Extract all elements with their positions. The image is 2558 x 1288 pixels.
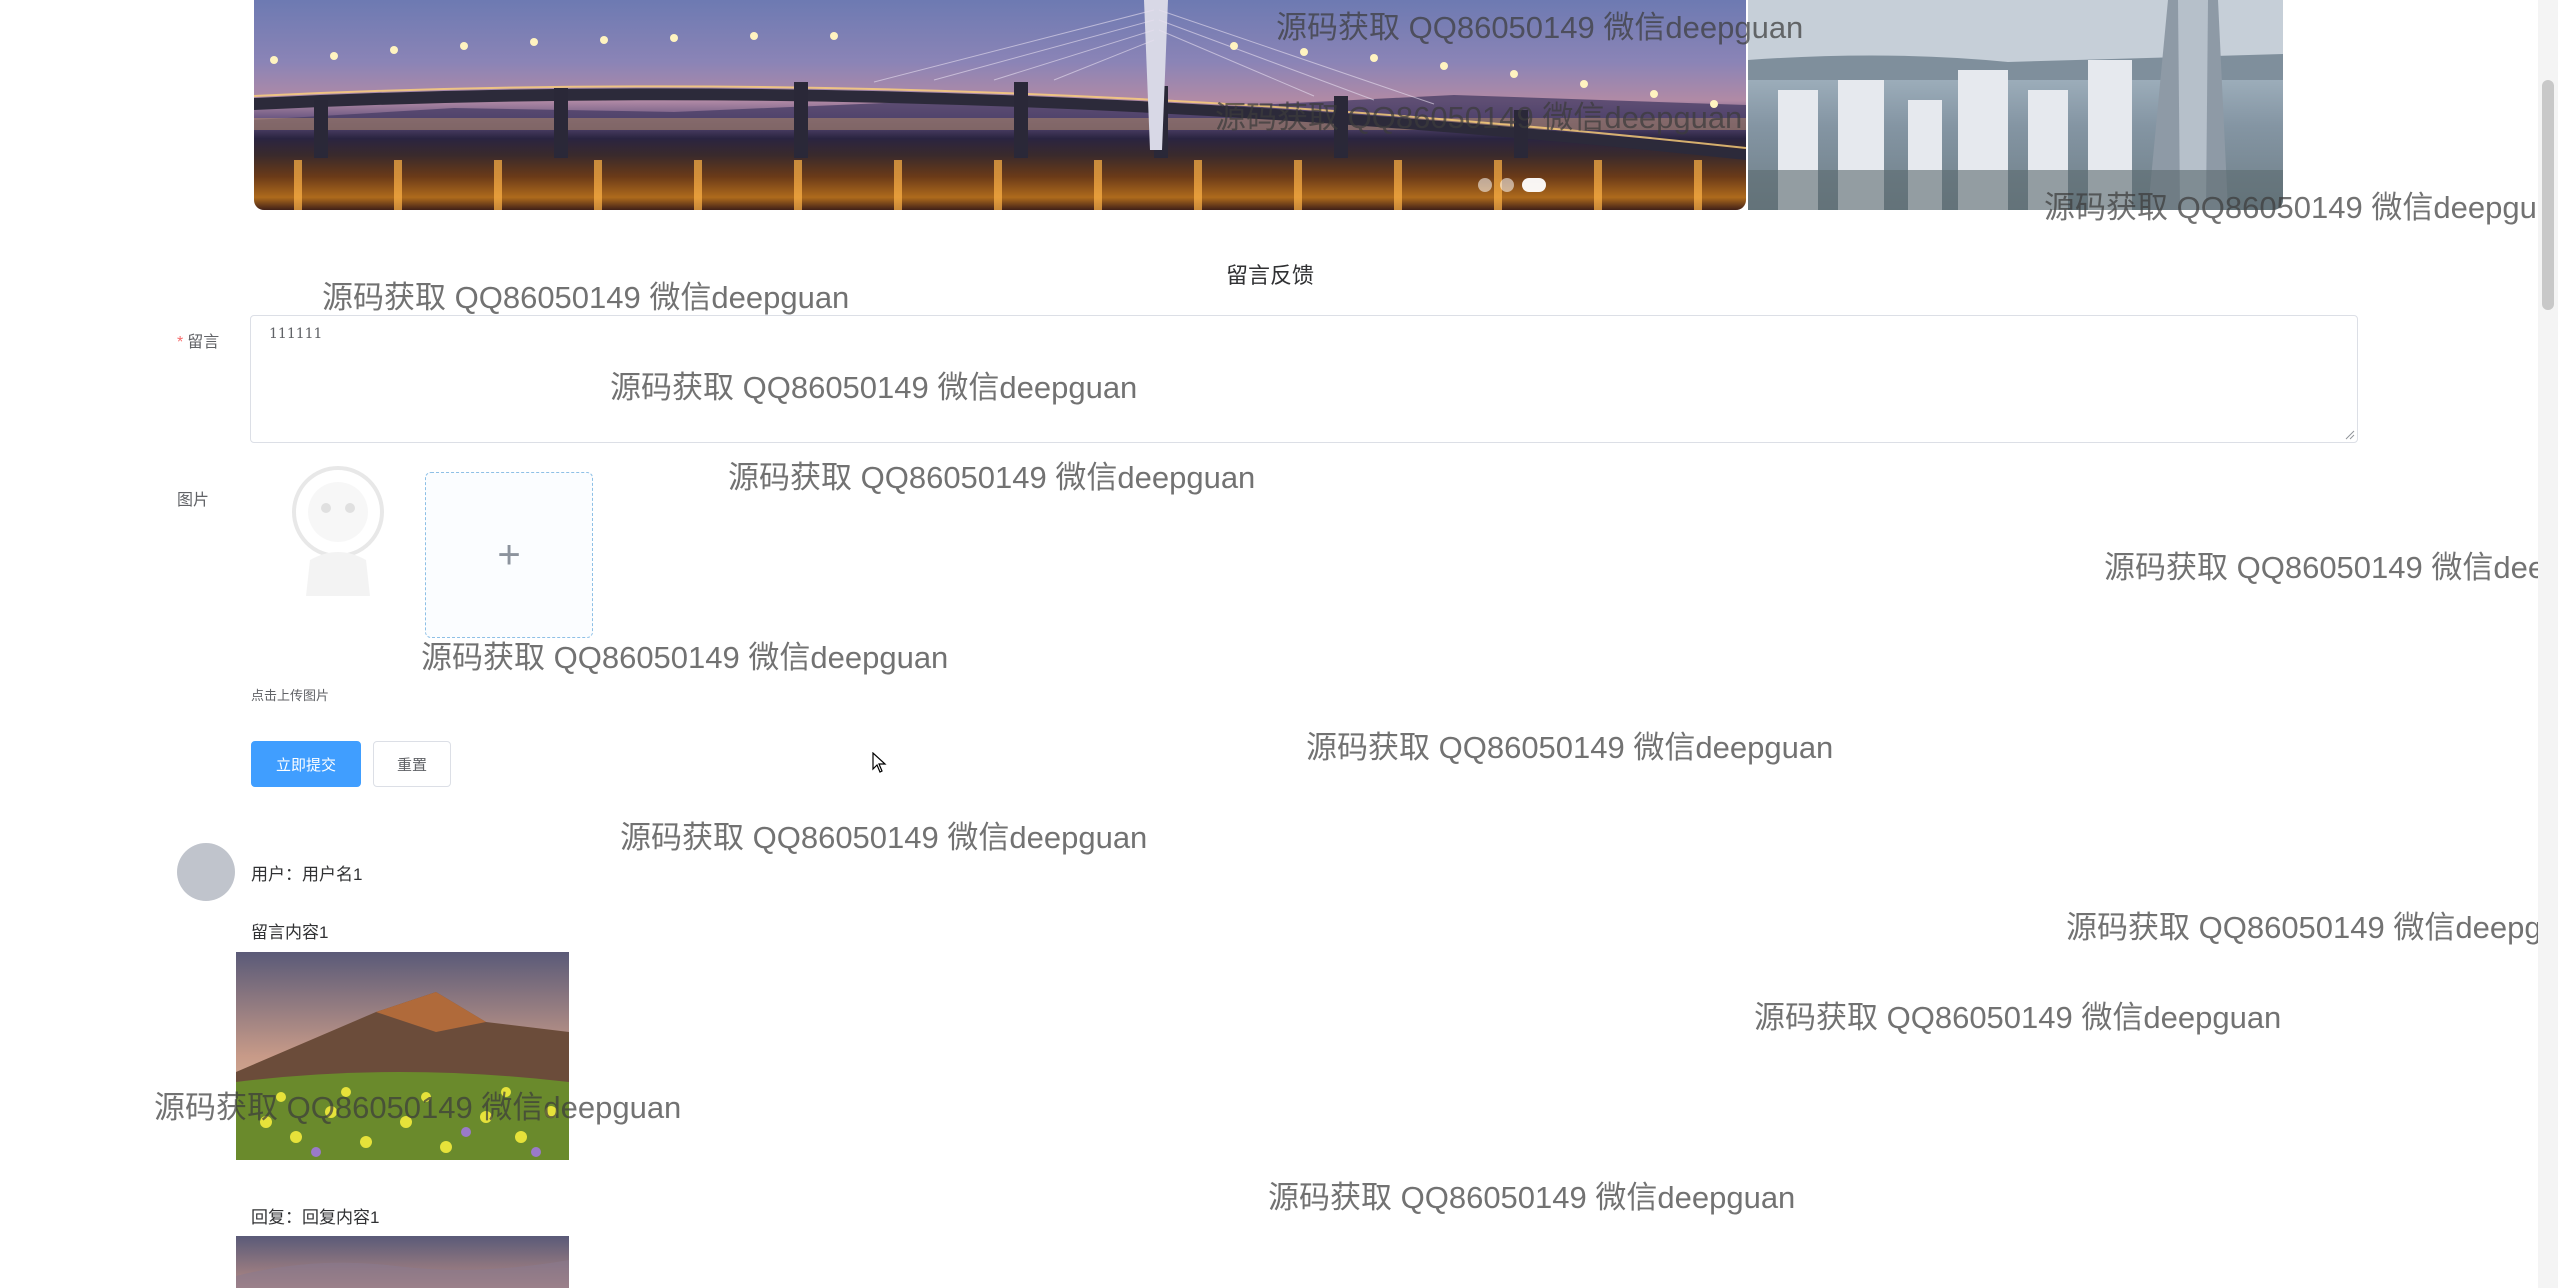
watermark: 源码获取 QQ86050149 微信deepguan [728, 460, 1256, 495]
watermark: 源码获取 QQ86050149 微信deepguan [2104, 550, 2558, 585]
submit-button[interactable]: 立即提交 [251, 741, 361, 787]
watermark: 源码获取 QQ86050149 微信deepguan [1268, 1180, 1796, 1215]
upload-tip: 点击上传图片 [251, 688, 330, 703]
page-title: 留言反馈 [1225, 263, 1314, 288]
watermark: 源码获取 QQ86050149 微信deepguan [620, 820, 1148, 855]
message-label: * 留言 [177, 328, 219, 352]
carousel-dot-2[interactable] [1500, 178, 1514, 192]
comment-user: 用户：用户名1 [251, 865, 363, 884]
scrollbar-thumb[interactable] [2542, 80, 2554, 310]
image-label: 图片 [177, 492, 210, 509]
message-label-text: 留言 [187, 334, 220, 351]
carousel-slide-bridge [254, 0, 1746, 210]
plus-icon: + [497, 532, 521, 577]
required-mark: * [177, 334, 184, 351]
carousel-slide-city [1748, 0, 2283, 210]
banner-carousel[interactable] [254, 0, 2283, 210]
watermark: 源码获取 QQ86050149 微信deepguan [322, 280, 850, 315]
mouse-pointer-icon [872, 752, 887, 773]
message-value[interactable]: 111111 [269, 326, 322, 342]
carousel-indicators[interactable] [1478, 178, 1546, 192]
watermark: 源码获取 QQ86050149 微信deepguan [2066, 910, 2558, 945]
reply-text: 回复：回复内容1 [251, 1208, 380, 1227]
avatar [177, 843, 235, 901]
reset-button[interactable]: 重置 [373, 741, 451, 787]
resize-handle-icon[interactable] [2345, 430, 2355, 440]
uploaded-image-preview [292, 466, 384, 596]
carousel-dot-1[interactable] [1478, 178, 1492, 192]
watermark: 源码获取 QQ86050149 微信deepguan [1754, 1000, 2282, 1035]
comment-content: 留言内容1 [251, 923, 329, 942]
message-textarea[interactable]: 111111 [250, 315, 2358, 443]
carousel-dot-3[interactable] [1522, 178, 1546, 192]
upload-trigger[interactable]: + [425, 472, 593, 638]
reply-image [236, 1236, 569, 1288]
watermark: 源码获取 QQ86050149 微信deepguan [421, 640, 949, 675]
watermark: 源码获取 QQ86050149 微信deepguan [1306, 730, 1834, 765]
vertical-scrollbar[interactable] [2538, 0, 2558, 1288]
comment-image [236, 952, 569, 1160]
